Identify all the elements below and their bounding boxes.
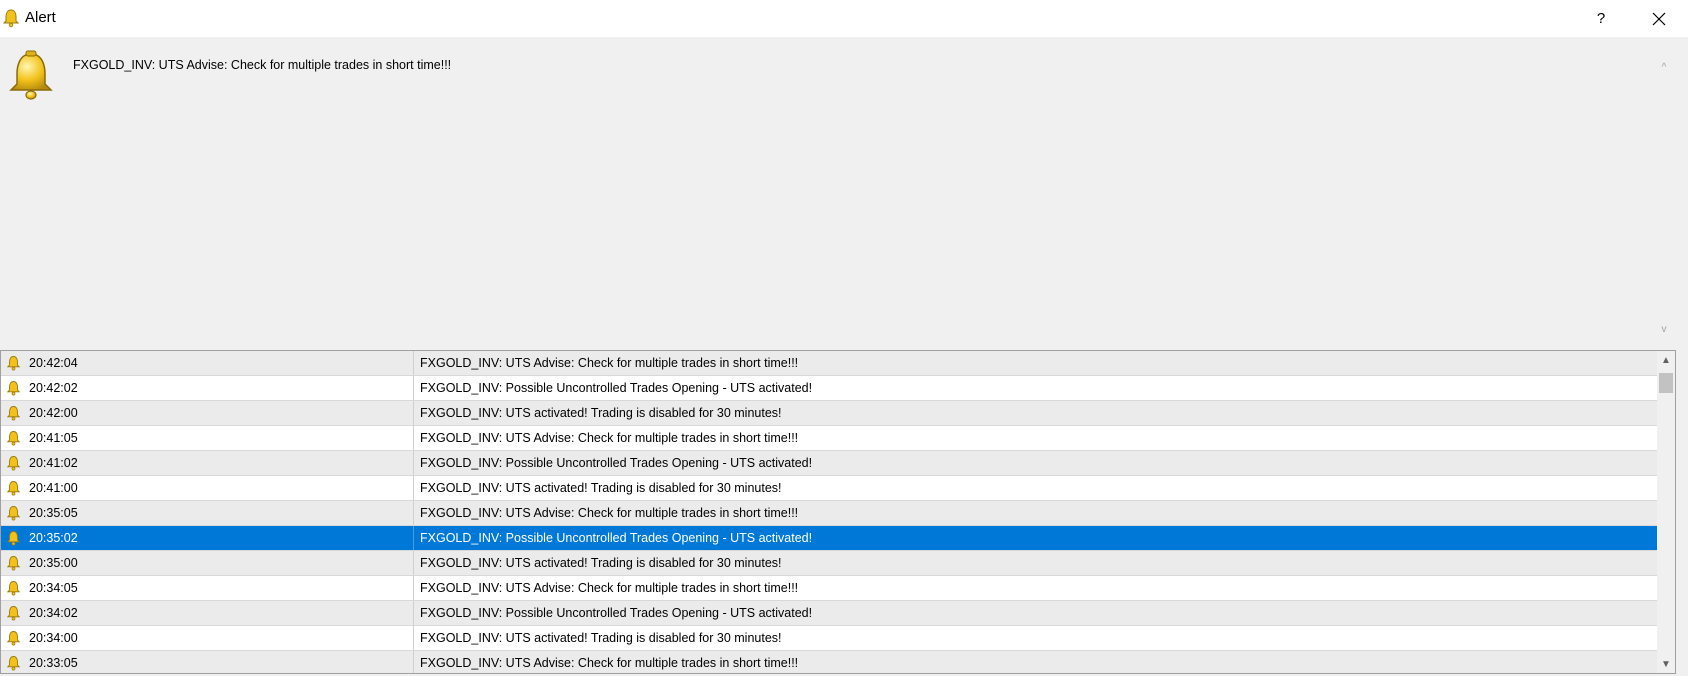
column-divider [413, 551, 414, 575]
bell-icon [6, 381, 21, 396]
list-scroll-thumb[interactable] [1659, 373, 1673, 393]
alert-row-message: FXGOLD_INV: Possible Uncontrolled Trades… [420, 531, 813, 545]
column-divider [413, 426, 414, 450]
column-divider [413, 626, 414, 650]
alert-row[interactable]: 20:34:00 FXGOLD_INV: UTS activated! Tradi… [1, 626, 1657, 651]
alert-row-message: FXGOLD_INV: UTS activated! Trading is di… [420, 406, 782, 420]
close-icon [1652, 12, 1666, 25]
alert-row[interactable]: 20:42:02 FXGOLD_INV: Possible Uncontrolle… [1, 376, 1657, 401]
column-divider [413, 351, 414, 375]
message-area: FXGOLD_INV: UTS Advise: Check for multip… [0, 37, 1688, 350]
alert-row[interactable]: 20:35:05 FXGOLD_INV: UTS Advise: Check fo… [1, 501, 1657, 526]
bell-icon [6, 406, 21, 421]
alert-time: 20:41:02 [29, 456, 78, 470]
alert-time: 20:35:02 [29, 531, 78, 545]
alert-row-message: FXGOLD_INV: UTS Advise: Check for multip… [420, 581, 799, 595]
alert-time: 20:41:05 [29, 431, 78, 445]
alerts-list[interactable]: 20:42:04 FXGOLD_INV: UTS Advise: Check fo… [0, 350, 1676, 674]
bell-icon [6, 606, 21, 621]
column-divider [413, 501, 414, 525]
close-button[interactable] [1634, 0, 1684, 37]
alert-row[interactable]: 20:41:05 FXGOLD_INV: UTS Advise: Check fo… [1, 426, 1657, 451]
list-scroll-up-arrow[interactable]: ▲ [1657, 351, 1675, 369]
window-title: Alert [25, 9, 56, 26]
alert-message: FXGOLD_INV: UTS Advise: Check for multip… [73, 58, 452, 72]
scroll-down-arrow[interactable]: v [1656, 321, 1672, 337]
alert-row-message: FXGOLD_INV: UTS Advise: Check for multip… [420, 656, 799, 670]
alert-row[interactable]: 20:41:00 FXGOLD_INV: UTS activated! Tradi… [1, 476, 1657, 501]
alert-time: 20:42:02 [29, 381, 78, 395]
alert-time: 20:42:00 [29, 406, 78, 420]
alert-row[interactable]: 20:33:05 FXGOLD_INV: UTS Advise: Check fo… [1, 651, 1657, 673]
alert-time: 20:35:00 [29, 556, 78, 570]
alert-row-message: FXGOLD_INV: UTS Advise: Check for multip… [420, 431, 799, 445]
alert-row[interactable]: 20:42:04 FXGOLD_INV: UTS Advise: Check fo… [1, 351, 1657, 376]
alert-row-message: FXGOLD_INV: UTS activated! Trading is di… [420, 556, 782, 570]
alert-row-message: FXGOLD_INV: UTS Advise: Check for multip… [420, 356, 799, 370]
bell-icon [6, 656, 21, 671]
bell-icon [6, 356, 21, 371]
column-divider [413, 651, 414, 673]
column-divider [413, 526, 414, 550]
alert-time: 20:42:04 [29, 356, 78, 370]
alerts-rows: 20:42:04 FXGOLD_INV: UTS Advise: Check fo… [1, 351, 1675, 673]
alert-row-message: FXGOLD_INV: UTS activated! Trading is di… [420, 631, 782, 645]
alert-time: 20:35:05 [29, 506, 78, 520]
bell-icon [2, 9, 20, 28]
alert-time: 20:33:05 [29, 656, 78, 670]
alert-row[interactable]: 20:42:00 FXGOLD_INV: UTS activated! Tradi… [1, 401, 1657, 426]
column-divider [413, 376, 414, 400]
column-divider [413, 576, 414, 600]
help-button[interactable]: ? [1576, 0, 1626, 37]
alert-row[interactable]: 20:41:02 FXGOLD_INV: Possible Uncontrolle… [1, 451, 1657, 476]
alert-row-message: FXGOLD_INV: Possible Uncontrolled Trades… [420, 456, 813, 470]
alert-bell-icon [9, 50, 53, 100]
column-divider [413, 476, 414, 500]
list-scrollbar[interactable]: ▲ ▼ [1657, 351, 1675, 673]
alert-time: 20:34:00 [29, 631, 78, 645]
message-scrollbar[interactable]: ^ v [1656, 51, 1672, 341]
bell-icon [6, 531, 21, 546]
bell-icon [6, 506, 21, 521]
bell-icon [6, 556, 21, 571]
scroll-up-arrow[interactable]: ^ [1656, 59, 1672, 75]
title-bar: Alert ? [0, 0, 1688, 37]
bell-icon [6, 631, 21, 646]
alert-time: 20:34:02 [29, 606, 78, 620]
bell-icon [6, 456, 21, 471]
column-divider [413, 601, 414, 625]
alert-time: 20:41:00 [29, 481, 78, 495]
alert-row[interactable]: 20:34:02 FXGOLD_INV: Possible Uncontrolle… [1, 601, 1657, 626]
alert-row[interactable]: 20:35:02 FXGOLD_INV: Possible Uncontrolle… [1, 526, 1657, 551]
alert-row-message: FXGOLD_INV: UTS activated! Trading is di… [420, 481, 782, 495]
bell-icon [6, 431, 21, 446]
bell-icon [6, 481, 21, 496]
alert-row-message: FXGOLD_INV: Possible Uncontrolled Trades… [420, 381, 813, 395]
alert-row-message: FXGOLD_INV: Possible Uncontrolled Trades… [420, 606, 813, 620]
bell-icon [6, 581, 21, 596]
column-divider [413, 451, 414, 475]
alert-row[interactable]: 20:35:00 FXGOLD_INV: UTS activated! Tradi… [1, 551, 1657, 576]
alert-row[interactable]: 20:34:05 FXGOLD_INV: UTS Advise: Check fo… [1, 576, 1657, 601]
alert-row-message: FXGOLD_INV: UTS Advise: Check for multip… [420, 506, 799, 520]
list-scroll-down-arrow[interactable]: ▼ [1657, 655, 1675, 673]
column-divider [413, 401, 414, 425]
alert-time: 20:34:05 [29, 581, 78, 595]
